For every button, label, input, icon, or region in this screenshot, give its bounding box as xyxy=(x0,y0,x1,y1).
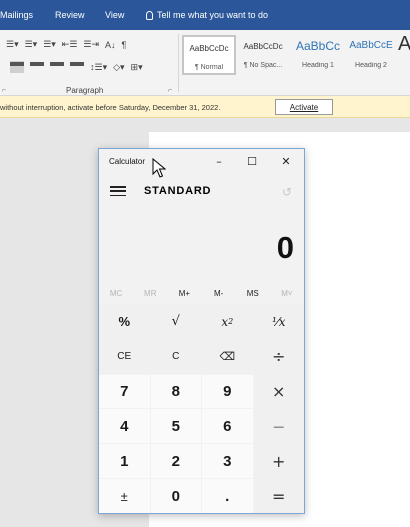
memory-store-button[interactable]: MS xyxy=(236,285,270,301)
paragraph-row-1: ☰▾ ☰▾ ☰▾ ⇤☰ ☰⇥ A↓ ¶ xyxy=(6,39,126,50)
multilevel-list-icon[interactable]: ☰▾ xyxy=(43,39,56,50)
calculator-title: Calculator xyxy=(109,157,146,166)
digit-0-button[interactable]: 0 xyxy=(150,479,201,513)
multiply-button[interactable]: × xyxy=(253,374,304,409)
style-heading-1[interactable]: AaBbCc Heading 1 xyxy=(292,35,344,75)
style-normal[interactable]: AaBbCcDc ¶ Normal xyxy=(182,35,236,75)
style-no-spacing-name: ¶ No Spac... xyxy=(243,62,283,69)
decimal-button[interactable]: . xyxy=(202,479,253,513)
style-title-partial[interactable]: A xyxy=(398,33,410,75)
style-normal-sample: AaBbCcDc xyxy=(189,44,229,53)
bullets-icon[interactable]: ☰▾ xyxy=(6,39,19,50)
style-no-spacing-sample: AaBbCcDc xyxy=(243,42,283,51)
style-normal-name: ¶ Normal xyxy=(194,64,224,71)
subtract-button[interactable]: — xyxy=(253,409,304,444)
ribbon-tabs-bar: Mailings Review View Tell me what you wa… xyxy=(0,0,410,30)
tab-review[interactable]: Review xyxy=(55,10,85,20)
digit-3-button[interactable]: 3 xyxy=(202,444,253,479)
equals-button[interactable]: = xyxy=(253,479,304,513)
decrease-indent-icon[interactable]: ⇤☰ xyxy=(62,39,78,50)
tab-view[interactable]: View xyxy=(105,10,124,20)
activate-button[interactable]: Activate xyxy=(275,99,333,115)
digit-8-button[interactable]: 8 xyxy=(150,374,201,409)
tab-mailings[interactable]: Mailings xyxy=(0,10,33,20)
style-heading-2-name: Heading 2 xyxy=(355,62,387,69)
negate-button[interactable]: ± xyxy=(99,479,150,513)
tell-me-label: Tell me what you want to do xyxy=(157,10,269,20)
add-button[interactable]: + xyxy=(253,444,304,479)
style-heading-1-name: Heading 1 xyxy=(302,62,334,69)
line-spacing-icon[interactable]: ↕☰▾ xyxy=(90,62,107,73)
activation-message-text: without interruption, activate before Sa… xyxy=(0,103,221,112)
digit-4-button[interactable]: 4 xyxy=(99,409,150,444)
maximize-button[interactable]: ☐ xyxy=(237,152,267,170)
tell-me-search[interactable]: Tell me what you want to do xyxy=(146,10,268,20)
align-center-icon[interactable] xyxy=(30,61,44,73)
digit-7-button[interactable]: 7 xyxy=(99,374,150,409)
memory-list-button[interactable]: M˅ xyxy=(270,285,304,301)
hamburger-menu-icon[interactable] xyxy=(109,184,127,198)
mode-title: STANDARD xyxy=(144,185,212,197)
paragraph-row-2: ↕☰▾ ◇▾ ⊞▾ xyxy=(10,61,143,73)
digit-2-button[interactable]: 2 xyxy=(150,444,201,479)
ribbon-divider xyxy=(178,34,179,92)
keypad: % √ x2 ¹⁄x CE C ⌫ ÷ 7 8 9 × 4 5 6 — 1 2 … xyxy=(99,305,304,513)
memory-subtract-button[interactable]: M- xyxy=(202,285,236,301)
style-no-spacing[interactable]: AaBbCcDc ¶ No Spac... xyxy=(238,35,288,75)
digit-6-button[interactable]: 6 xyxy=(202,409,253,444)
borders-icon[interactable]: ⊞▾ xyxy=(131,62,143,73)
style-heading-2[interactable]: AaBbCcE Heading 2 xyxy=(346,35,396,75)
reciprocal-button[interactable]: ¹⁄x xyxy=(253,305,304,339)
digit-5-button[interactable]: 5 xyxy=(150,409,201,444)
square-button-exponent: 2 xyxy=(228,317,234,327)
style-heading-1-sample: AaBbCc xyxy=(295,39,341,53)
memory-add-button[interactable]: M+ xyxy=(167,285,201,301)
justify-icon[interactable] xyxy=(70,61,84,73)
close-button[interactable]: ✕ xyxy=(271,152,301,170)
style-title-sample: A xyxy=(398,33,410,55)
divide-button[interactable]: ÷ xyxy=(253,339,304,374)
font-dialog-launcher-icon[interactable]: ⌐ xyxy=(2,87,6,94)
align-left-icon[interactable] xyxy=(10,61,24,73)
clear-button[interactable]: C xyxy=(150,339,201,374)
digit-1-button[interactable]: 1 xyxy=(99,444,150,479)
percent-button[interactable]: % xyxy=(99,305,150,339)
square-root-button[interactable]: √ xyxy=(150,305,201,339)
memory-recall-button[interactable]: MR xyxy=(133,285,167,301)
align-right-icon[interactable] xyxy=(50,61,64,73)
backspace-icon[interactable]: ⌫ xyxy=(202,339,253,374)
calculator-window: Calculator – ☐ ✕ STANDARD ↺ 0 MC MR M+ M… xyxy=(98,148,305,514)
show-marks-icon[interactable]: ¶ xyxy=(122,40,127,50)
lightbulb-icon xyxy=(146,10,153,20)
activation-message-bar: without interruption, activate before Sa… xyxy=(0,96,410,118)
increase-indent-icon[interactable]: ☰⇥ xyxy=(83,39,99,50)
ribbon: ☰▾ ☰▾ ☰▾ ⇤☰ ☰⇥ A↓ ¶ ↕☰▾ ◇▾ ⊞▾ Paragraph … xyxy=(0,30,410,96)
paragraph-dialog-launcher-icon[interactable]: ⌐ xyxy=(168,87,172,94)
shading-icon[interactable]: ◇▾ xyxy=(113,62,124,73)
minimize-button[interactable]: – xyxy=(204,152,234,170)
digit-9-button[interactable]: 9 xyxy=(202,374,253,409)
sort-icon[interactable]: A↓ xyxy=(105,40,116,50)
clear-entry-button[interactable]: CE xyxy=(99,339,150,374)
square-button[interactable]: x2 xyxy=(202,305,253,339)
memory-clear-button[interactable]: MC xyxy=(99,285,133,301)
paragraph-group-label: Paragraph xyxy=(66,86,104,95)
memory-row: MC MR M+ M- MS M˅ xyxy=(99,285,304,301)
history-icon[interactable]: ↺ xyxy=(277,182,297,202)
style-heading-2-sample: AaBbCcE xyxy=(349,40,393,51)
numbering-icon[interactable]: ☰▾ xyxy=(25,39,38,50)
result-display: 0 xyxy=(276,230,294,265)
mouse-pointer-icon xyxy=(152,158,166,178)
